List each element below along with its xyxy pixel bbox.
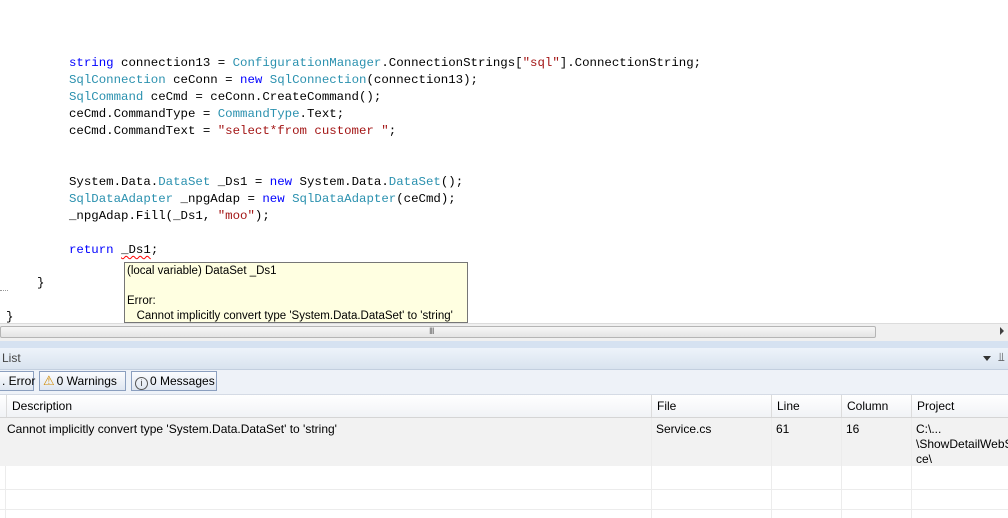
warning-icon: ⚠ xyxy=(43,373,55,388)
code-token: _Ds1 = xyxy=(210,175,270,189)
code-token: ; xyxy=(388,124,397,138)
close-brace-class: } xyxy=(6,310,14,324)
code-token: CommandType xyxy=(217,107,300,121)
tooltip-spacer xyxy=(127,279,465,294)
error-file: Service.cs xyxy=(651,418,771,466)
scroll-right-arrow-icon[interactable] xyxy=(1000,327,1004,335)
code-line[interactable]: string connection13 = ConfigurationManag… xyxy=(69,55,701,72)
code-token: _npgAdap.Fill(_Ds1, xyxy=(69,209,218,223)
column-header-file[interactable]: File xyxy=(651,395,771,417)
code-token: connection13 = xyxy=(113,56,233,70)
code-token: "moo" xyxy=(217,209,255,223)
code-line[interactable]: SqlDataAdapter _npgAdap = new SqlDataAda… xyxy=(69,191,456,208)
code-token: "sql" xyxy=(522,56,560,70)
code-token: new xyxy=(269,175,293,189)
error-line: 61 xyxy=(771,418,841,466)
error-list-grid: Description File Line Column Project Can… xyxy=(0,395,1008,518)
error-list-titlebar: List ⫫ xyxy=(0,348,1008,370)
messages-filter-label: 0 Messages xyxy=(150,374,215,388)
code-token: "select*from customer " xyxy=(217,124,389,138)
code-token: ceCmd = ceConn.CreateCommand(); xyxy=(143,90,382,104)
code-token: SqlDataAdapter xyxy=(292,192,397,206)
errors-filter-label: . Error xyxy=(2,374,36,388)
code-token: ); xyxy=(254,209,270,223)
code-token: string xyxy=(69,56,114,70)
code-token: ceConn = xyxy=(165,73,241,87)
tooltip-error-message: Cannot implicitly convert type 'System.D… xyxy=(127,310,453,322)
code-token: (); xyxy=(440,175,464,189)
code-token: .Text; xyxy=(299,107,345,121)
messages-filter-button[interactable]: i0 Messages xyxy=(131,371,217,391)
code-line[interactable]: ceCmd.CommandType = CommandType.Text; xyxy=(69,106,344,123)
pin-icon[interactable]: ⫫ xyxy=(998,350,1005,365)
code-token: SqlDataAdapter xyxy=(69,192,174,206)
grid-divider xyxy=(771,466,772,518)
error-list-toolbar: . Error ⚠ 0 Warnings i0 Messages xyxy=(0,370,1008,395)
code-token: return xyxy=(69,243,114,257)
grid-divider xyxy=(841,466,842,518)
code-line[interactable]: System.Data.DataSet _Ds1 = new System.Da… xyxy=(69,174,463,191)
code-token: DataSet xyxy=(158,175,211,189)
code-token: new xyxy=(240,73,263,87)
code-token: SqlConnection xyxy=(69,73,166,87)
error-description: Cannot implicitly convert type 'System.D… xyxy=(7,422,337,436)
code-line[interactable]: ceCmd.CommandText = "select*from custome… xyxy=(69,123,396,140)
code-line[interactable]: SqlCommand ceCmd = ceConn.CreateCommand(… xyxy=(69,89,381,106)
code-token: SqlConnection xyxy=(269,73,367,87)
column-header-description[interactable]: Description xyxy=(6,395,651,417)
empty-row xyxy=(0,489,1008,510)
code-editor[interactable]: string connection13 = ConfigurationManag… xyxy=(0,0,1008,324)
warnings-filter-label: 0 Warnings xyxy=(56,374,117,388)
error-project: C:\... \ShowDetailWebS ce\ xyxy=(911,418,1008,466)
code-token: ConfigurationManager xyxy=(232,56,382,70)
tooltip-error-label: Error: xyxy=(127,295,156,307)
table-row[interactable]: Cannot implicitly convert type 'System.D… xyxy=(0,418,1008,466)
column-header-column[interactable]: Column xyxy=(841,395,911,417)
code-token: _npgAdap = xyxy=(173,192,263,206)
code-line[interactable]: SqlConnection ceConn = new SqlConnection… xyxy=(69,72,478,89)
code-token: System.Data. xyxy=(69,175,159,189)
grid-divider xyxy=(911,466,912,518)
outline-guide xyxy=(0,290,8,291)
column-header-line[interactable]: Line xyxy=(771,395,841,417)
info-icon: i xyxy=(135,377,148,390)
code-token: new xyxy=(262,192,285,206)
code-token: (connection13); xyxy=(366,73,478,87)
panel-menu-dropdown-icon[interactable] xyxy=(983,356,991,361)
close-brace-method: } xyxy=(37,276,45,290)
grid-divider xyxy=(651,466,652,518)
code-line[interactable]: _npgAdap.Fill(_Ds1, "moo"); xyxy=(69,208,270,225)
code-token: System.Data. xyxy=(292,175,389,189)
scrollbar-grip-icon: III xyxy=(429,326,434,336)
grid-header: Description File Line Column Project xyxy=(0,395,1008,418)
error-tooltip: (local variable) DataSet _Ds1 Error: Can… xyxy=(124,262,468,323)
code-token: ceCmd.CommandText = xyxy=(69,124,218,138)
code-line[interactable]: return _Ds1; xyxy=(69,242,158,259)
code-token: ].ConnectionString; xyxy=(559,56,702,70)
error-squiggle-token: _Ds1 xyxy=(121,243,151,257)
code-token: SqlCommand xyxy=(69,90,144,104)
code-token: (ceCmd); xyxy=(396,192,456,206)
code-token: ceCmd.CommandType = xyxy=(69,107,218,121)
panel-title: List xyxy=(2,351,21,365)
errors-filter-button[interactable]: . Error xyxy=(0,371,36,391)
error-column: 16 xyxy=(841,418,911,466)
panel-splitter[interactable] xyxy=(0,341,1008,348)
horizontal-scrollbar[interactable]: III xyxy=(0,323,1008,341)
code-token: .ConnectionStrings[ xyxy=(381,56,523,70)
empty-row xyxy=(0,469,1008,490)
warnings-filter-button[interactable]: ⚠ 0 Warnings xyxy=(39,371,126,391)
scrollbar-thumb[interactable]: III xyxy=(0,326,876,338)
column-header-project[interactable]: Project xyxy=(911,395,1008,417)
code-token: ; xyxy=(150,243,159,257)
tooltip-signature: (local variable) DataSet _Ds1 xyxy=(127,265,277,277)
code-token: DataSet xyxy=(388,175,441,189)
grid-divider xyxy=(5,466,6,518)
